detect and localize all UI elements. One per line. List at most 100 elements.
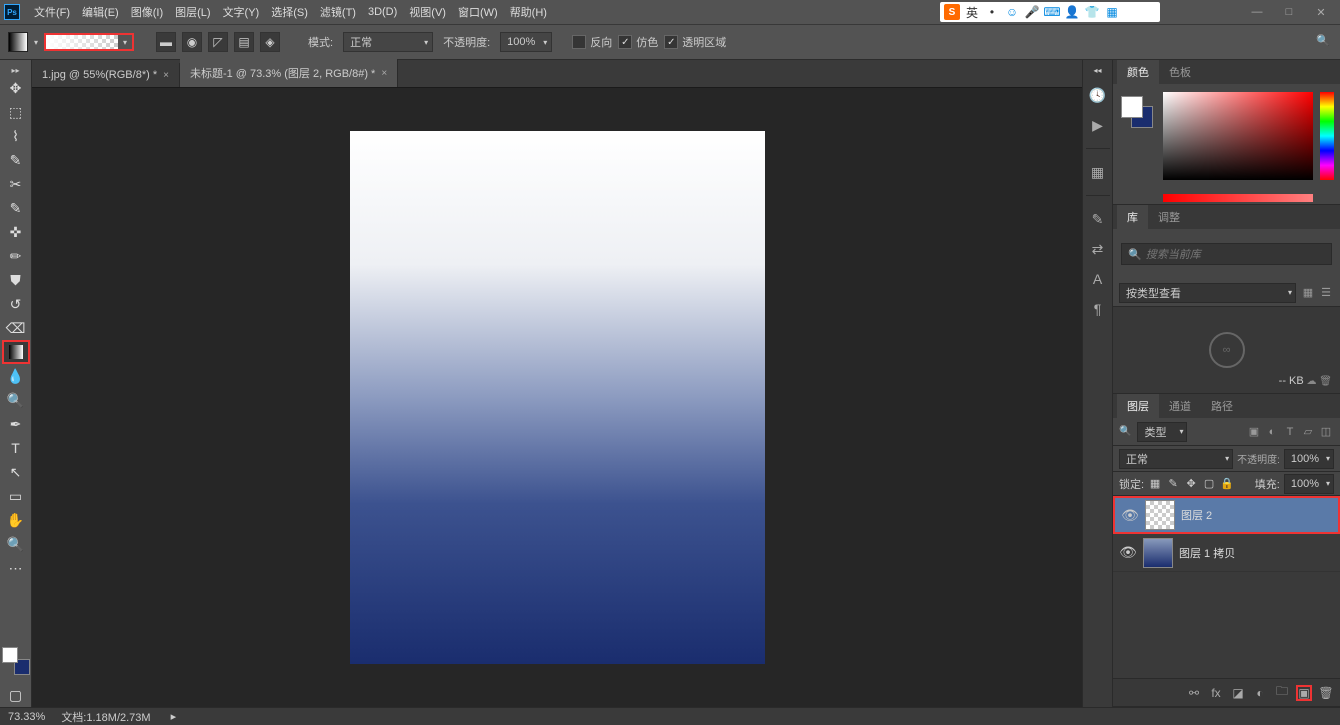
color-field[interactable]: [1163, 92, 1313, 180]
library-view-select[interactable]: 按类型查看: [1119, 283, 1296, 303]
tab-adjustments[interactable]: 调整: [1148, 205, 1190, 229]
screen-mode[interactable]: ▢: [2, 683, 30, 707]
layer-fill-input[interactable]: 100%: [1284, 474, 1334, 494]
visibility-toggle-icon[interactable]: 👁: [1119, 544, 1137, 562]
tab-layers[interactable]: 图层: [1117, 394, 1159, 418]
diamond-gradient-button[interactable]: ◈: [260, 32, 280, 52]
dodge-tool[interactable]: 🔍: [2, 388, 30, 412]
pen-tool[interactable]: ✒: [2, 412, 30, 436]
move-tool[interactable]: ✥: [2, 76, 30, 100]
hue-strip[interactable]: [1320, 92, 1334, 180]
gradient-picker[interactable]: ▾: [44, 33, 134, 51]
linear-gradient-button[interactable]: ▬: [156, 32, 176, 52]
properties-icon[interactable]: ▦: [1087, 161, 1109, 183]
tab-swatches[interactable]: 色板: [1159, 60, 1201, 84]
search-icon[interactable]: 🔍: [1316, 34, 1332, 50]
layer-group-icon[interactable]: 🗀: [1274, 685, 1290, 701]
zoom-tool[interactable]: 🔍: [2, 532, 30, 556]
character-panel-icon[interactable]: A: [1087, 268, 1109, 290]
layer-fx-icon[interactable]: fx: [1208, 685, 1224, 701]
layer-thumbnail[interactable]: [1145, 500, 1175, 530]
list-view-icon[interactable]: ☰: [1318, 285, 1334, 301]
canvas[interactable]: [350, 131, 765, 664]
menu-file[interactable]: 文件(F): [28, 1, 76, 23]
paragraph-panel-icon[interactable]: ¶: [1087, 298, 1109, 320]
gradient-dropdown-icon[interactable]: ▾: [118, 35, 132, 49]
type-tool[interactable]: T: [2, 436, 30, 460]
hand-tool[interactable]: ✋: [2, 508, 30, 532]
color-slider[interactable]: [1163, 194, 1313, 202]
quick-select-tool[interactable]: ✎: [2, 148, 30, 172]
gradient-tool[interactable]: [2, 340, 30, 364]
color-swatches[interactable]: [2, 647, 30, 675]
ime-person-icon[interactable]: 👤: [1064, 4, 1080, 20]
new-layer-icon[interactable]: ▣: [1296, 685, 1312, 701]
document-tab-1[interactable]: 1.jpg @ 55%(RGB/8*) *×: [32, 63, 180, 87]
lock-all-icon[interactable]: 🔒: [1220, 477, 1234, 491]
filter-shape-icon[interactable]: ▱: [1300, 424, 1316, 440]
menu-3d[interactable]: 3D(D): [362, 3, 403, 21]
ime-shirt-icon[interactable]: 👕: [1084, 4, 1100, 20]
marquee-tool[interactable]: ⬚: [2, 100, 30, 124]
reflected-gradient-button[interactable]: ▤: [234, 32, 254, 52]
menu-window[interactable]: 窗口(W): [452, 1, 504, 23]
stamp-tool[interactable]: ⛊: [2, 268, 30, 292]
filter-pixel-icon[interactable]: ▣: [1246, 424, 1262, 440]
ime-mic-icon[interactable]: 🎤: [1024, 4, 1040, 20]
tab-paths[interactable]: 路径: [1201, 394, 1243, 418]
close-tab-icon[interactable]: ×: [163, 70, 169, 81]
ime-grid-icon[interactable]: ▦: [1104, 4, 1120, 20]
link-layers-icon[interactable]: ⚯: [1186, 685, 1202, 701]
blur-tool[interactable]: 💧: [2, 364, 30, 388]
filter-smart-icon[interactable]: ◫: [1318, 424, 1334, 440]
layer-name[interactable]: 图层 2: [1181, 507, 1332, 523]
minimize-button[interactable]: —: [1242, 4, 1272, 20]
menu-view[interactable]: 视图(V): [403, 1, 452, 23]
close-button[interactable]: ✕: [1306, 4, 1336, 20]
reverse-checkbox[interactable]: 反向: [572, 34, 612, 50]
close-tab-icon[interactable]: ×: [381, 68, 387, 79]
edit-toolbar[interactable]: ⋯: [2, 556, 30, 580]
zoom-level[interactable]: 73.33%: [8, 711, 45, 723]
layer-mask-icon[interactable]: ◪: [1230, 685, 1246, 701]
crop-tool[interactable]: ✂: [2, 172, 30, 196]
menu-help[interactable]: 帮助(H): [504, 1, 553, 23]
blend-mode-select[interactable]: 正常: [343, 32, 433, 52]
ime-keyboard-icon[interactable]: ⌨: [1044, 4, 1060, 20]
foreground-color-swatch[interactable]: [2, 647, 18, 663]
ime-bar[interactable]: S 英 • ☺ 🎤 ⌨ 👤 👕 ▦: [940, 2, 1160, 22]
play-icon[interactable]: ▶: [1087, 114, 1109, 136]
lock-position-icon[interactable]: ✥: [1184, 477, 1198, 491]
filter-adjust-icon[interactable]: ◐: [1264, 424, 1280, 440]
opacity-input[interactable]: 100%: [500, 32, 552, 52]
lock-image-icon[interactable]: ✎: [1166, 477, 1180, 491]
layer-opacity-input[interactable]: 100%: [1284, 449, 1334, 469]
canvas-viewport[interactable]: [32, 88, 1082, 707]
lasso-tool[interactable]: ⌇: [2, 124, 30, 148]
dither-checkbox[interactable]: 仿色: [618, 34, 658, 50]
layer-name[interactable]: 图层 1 拷贝: [1179, 545, 1334, 561]
lock-transparent-icon[interactable]: ▦: [1148, 477, 1162, 491]
layer-blend-select[interactable]: 正常: [1119, 449, 1233, 469]
gradient-tool-icon[interactable]: [8, 32, 28, 52]
path-tool[interactable]: ↖: [2, 460, 30, 484]
menu-layer[interactable]: 图层(L): [169, 1, 216, 23]
angle-gradient-button[interactable]: ◸: [208, 32, 228, 52]
rectangle-tool[interactable]: ▭: [2, 484, 30, 508]
layer-filter-select[interactable]: 类型: [1137, 422, 1187, 442]
ime-lang[interactable]: 英: [964, 4, 980, 20]
layer-thumbnail[interactable]: [1143, 538, 1173, 568]
grid-view-icon[interactable]: ▦: [1300, 285, 1316, 301]
brush-settings-icon[interactable]: ⇄: [1087, 238, 1109, 260]
radial-gradient-button[interactable]: ◉: [182, 32, 202, 52]
brush-tool[interactable]: ✏: [2, 244, 30, 268]
ime-emoji-icon[interactable]: ☺: [1004, 4, 1020, 20]
tab-libraries[interactable]: 库: [1117, 205, 1148, 229]
transparency-checkbox[interactable]: 透明区域: [664, 34, 726, 50]
library-search-input[interactable]: 🔍 搜索当前库: [1121, 243, 1332, 265]
menu-filter[interactable]: 滤镜(T): [314, 1, 362, 23]
menu-type[interactable]: 文字(Y): [217, 1, 266, 23]
eyedropper-tool[interactable]: ✎: [2, 196, 30, 220]
layer-row[interactable]: 👁 图层 1 拷贝: [1113, 534, 1340, 572]
maximize-button[interactable]: □: [1274, 4, 1304, 20]
